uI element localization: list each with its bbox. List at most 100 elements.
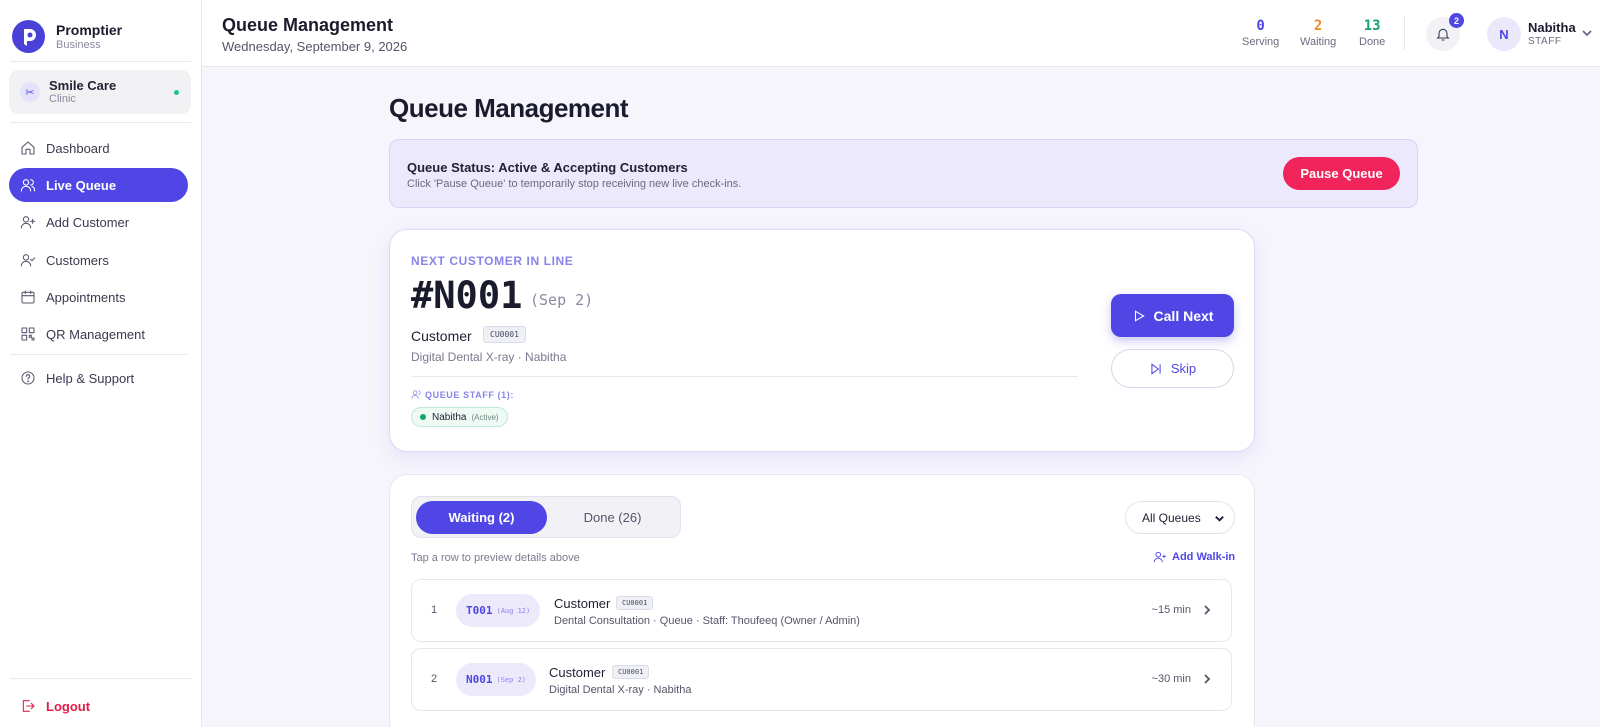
brand-logo-icon (12, 20, 45, 53)
queue-staff-label-text: QUEUE STAFF (1): (425, 389, 514, 400)
brand[interactable]: Promptier Business (12, 20, 122, 53)
staff-name: Nabitha (432, 411, 467, 423)
chevron-down-icon[interactable] (1581, 27, 1593, 39)
divider (411, 376, 1078, 377)
notifications-button[interactable]: 2 (1426, 13, 1464, 51)
pause-queue-button[interactable]: Pause Queue (1283, 157, 1400, 190)
add-walk-in-button[interactable]: Add Walk-in (1153, 550, 1235, 564)
staff-active-dot (420, 414, 426, 420)
sidebar-item-label: Appointments (46, 289, 126, 305)
divider (10, 354, 187, 355)
queue-status-description: Click 'Pause Queue' to temporarily stop … (407, 178, 742, 190)
sidebar-item-dashboard[interactable]: Dashboard (9, 131, 188, 165)
header-title: Queue Management (222, 15, 394, 35)
queue-status-banner: Queue Status: Active & Accepting Custome… (389, 139, 1418, 208)
logout-button[interactable]: Logout (9, 689, 188, 723)
stat-serving-count: 0 (1256, 18, 1265, 34)
row-position: 2 (431, 673, 438, 685)
customer-code-badge: CU0001 (483, 326, 526, 343)
row-customer-name: Customer (549, 665, 606, 680)
queue-tabs: Waiting (2) Done (26) (411, 496, 681, 538)
top-header: Queue Management Wednesday, September 9,… (202, 0, 1600, 67)
stat-done-count: 13 (1363, 18, 1381, 34)
clinic-scissors-icon: ✂ (20, 82, 40, 102)
sidebar-item-add-customer[interactable]: Add Customer (9, 205, 188, 239)
stat-waiting-count: 2 (1313, 18, 1323, 34)
row-meta: Dental Consultation · Queue · Staff: Tho… (554, 615, 860, 627)
page-title: Queue Management (389, 93, 629, 123)
sidebar-item-customers[interactable]: Customers (9, 243, 188, 277)
stat-serving-label: Serving (1242, 36, 1280, 48)
user-plus-icon (20, 216, 36, 229)
home-icon (21, 141, 35, 155)
chevron-down-icon (1215, 516, 1224, 522)
list-hint: Tap a row to preview details above (411, 552, 580, 564)
queue-filter-select[interactable]: All Queues (1125, 501, 1235, 534)
sidebar-item-qr-management[interactable]: QR Management (9, 317, 188, 351)
clinic-switcher[interactable]: ✂ Smile Care Clinic (9, 70, 191, 114)
row-meta: Digital Dental X-ray · Nabitha (549, 684, 692, 696)
row-customer-name: Customer (554, 596, 611, 611)
notification-count-badge: 2 (1449, 13, 1464, 28)
logout-label: Logout (46, 698, 91, 714)
staff-pill: Nabitha (Active) (411, 407, 508, 427)
row-ticket-badge: N001 (Sep 2) (456, 663, 537, 696)
queue-filter-value: All Queues (1142, 510, 1201, 525)
chevron-right-icon (1204, 674, 1211, 684)
brand-name: Promptier (56, 21, 123, 38)
users-icon (411, 390, 421, 399)
divider (10, 122, 191, 123)
sidebar-item-label: Live Queue (46, 177, 117, 193)
next-customer-meta: Digital Dental X-ray · Nabitha (411, 350, 567, 364)
header-date: Wednesday, September 9, 2026 (222, 39, 408, 54)
help-circle-icon (21, 371, 35, 385)
sidebar-item-label: Customers (46, 252, 109, 268)
add-walk-in-label: Add Walk-in (1172, 551, 1236, 563)
sidebar-item-label: Dashboard (46, 140, 110, 156)
clinic-online-indicator (174, 90, 179, 95)
stat-waiting-label: Waiting (1300, 36, 1337, 48)
next-ticket-number: #N001 (411, 274, 523, 317)
sidebar-item-help-support[interactable]: Help & Support (9, 361, 188, 395)
next-customer-card: NEXT CUSTOMER IN LINE #N001 (Sep 2) Cust… (389, 229, 1255, 452)
user-plus-icon (1153, 551, 1166, 563)
tab-waiting[interactable]: Waiting (2) (416, 501, 547, 534)
queue-list-card: Waiting (2) Done (26) All Queues Tap a r… (389, 474, 1255, 727)
divider (1404, 16, 1405, 50)
next-ticket-date: (Sep 2) (530, 291, 594, 309)
sidebar-item-label: Help & Support (46, 370, 135, 386)
logout-icon (22, 700, 35, 712)
bell-icon (1436, 28, 1450, 41)
stat-waiting: 2 Waiting (1300, 18, 1336, 50)
stat-done-label: Done (1359, 36, 1386, 48)
row-ticket-date: (Sep 2) (496, 675, 527, 684)
row-ticket: N001 (466, 673, 493, 686)
clinic-name: Smile Care (49, 78, 117, 93)
table-row[interactable]: 2 N001 (Sep 2) Customer CU0001 Digital D… (411, 648, 1232, 711)
chevron-right-icon (1204, 605, 1211, 615)
calendar-icon (21, 290, 35, 304)
row-ticket: T001 (466, 604, 493, 617)
next-customer-label: NEXT CUSTOMER IN LINE (411, 254, 574, 268)
table-row[interactable]: 1 T001 (Aug 12) Customer CU0001 Dental C… (411, 579, 1232, 642)
brand-sub: Business (56, 38, 101, 51)
skip-button[interactable]: Skip (1111, 349, 1234, 388)
sidebar-item-live-queue[interactable]: Live Queue (9, 168, 188, 202)
customer-code-badge: CU0001 (612, 665, 650, 679)
clinic-sub: Clinic (49, 93, 76, 105)
user-name[interactable]: Nabitha (1528, 20, 1576, 35)
call-next-button[interactable]: Call Next (1111, 294, 1234, 337)
qr-code-icon (21, 327, 35, 341)
row-position: 1 (431, 604, 438, 616)
row-eta: ~30 min (1151, 673, 1191, 685)
tab-done[interactable]: Done (26) (547, 501, 678, 534)
row-ticket-date: (Aug 12) (496, 606, 531, 615)
next-customer-name: Customer (411, 328, 472, 344)
queue-status-title: Queue Status: Active & Accepting Custome… (407, 160, 688, 175)
queue-staff-label: QUEUE STAFF (1): (411, 389, 514, 400)
sidebar-item-appointments[interactable]: Appointments (9, 280, 188, 314)
avatar[interactable]: N (1487, 17, 1521, 51)
staff-status: (Active) (471, 412, 499, 422)
stat-done: 13 Done (1359, 18, 1385, 50)
sidebar-item-label: QR Management (46, 326, 145, 342)
